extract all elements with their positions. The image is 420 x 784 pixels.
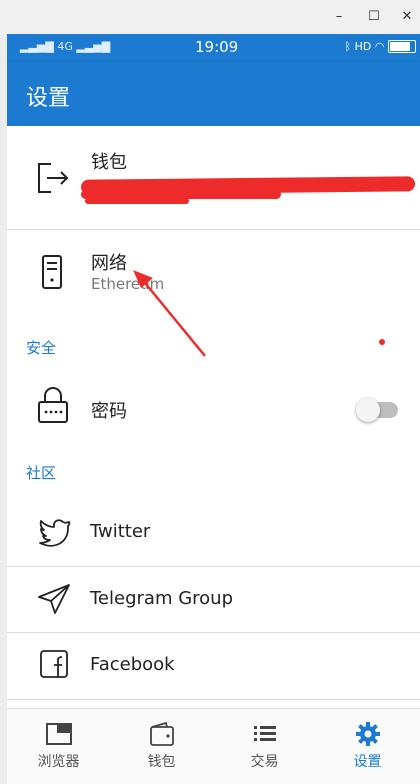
telegram-icon: [35, 579, 79, 623]
nav-wallet[interactable]: 钱包: [110, 709, 213, 784]
section-security-title: 安全: [26, 339, 57, 357]
wallet-icon: [148, 721, 176, 747]
logout-icon: [31, 156, 75, 200]
maximize-button[interactable]: ☐: [365, 8, 383, 26]
window-title-bar: – ☐ ✕: [0, 0, 420, 34]
page-title: 设置: [26, 86, 71, 111]
wallet-label: 钱包: [91, 152, 127, 173]
annotation-dot: [379, 339, 385, 345]
community-label: Telegram Group: [90, 588, 233, 609]
gear-icon: [354, 721, 382, 747]
list-icon: [251, 721, 279, 747]
network-label: 网络: [91, 253, 127, 274]
nav-label: 交易: [250, 754, 279, 770]
status-right: ᛒ HD ◠: [344, 39, 416, 54]
redaction-mark: [85, 198, 189, 204]
toggle-knob: [356, 398, 380, 422]
bottom-nav: 浏览器 钱包 交易 设置: [7, 708, 420, 784]
facebook-icon: [35, 645, 79, 689]
minimize-button[interactable]: –: [330, 8, 348, 26]
wallet-row[interactable]: 钱包: [7, 126, 420, 229]
annotation-arrow: [133, 270, 206, 357]
wifi-icon: ◠: [374, 40, 385, 53]
server-icon: [31, 250, 75, 294]
status-time: 19:09: [195, 38, 239, 56]
community-label: Twitter: [90, 521, 151, 542]
nav-label: 钱包: [147, 754, 176, 770]
network-type: 4G: [57, 40, 73, 53]
nav-label: 浏览器: [37, 754, 80, 770]
app-header: 设置: [7, 62, 420, 126]
nav-browser[interactable]: 浏览器: [7, 709, 110, 784]
close-button[interactable]: ✕: [398, 8, 416, 26]
divider: [7, 699, 420, 700]
browser-icon: [45, 721, 73, 747]
status-bar: ▂▃▅▇ 4G ▂▃▅▇ 19:09 ᛒ HD ◠: [7, 34, 420, 62]
password-label: 密码: [91, 401, 127, 422]
hd-indicator: HD: [354, 40, 372, 53]
section-community-title: 社区: [26, 464, 57, 482]
twitter-icon: [35, 512, 79, 556]
nav-settings[interactable]: 设置: [316, 709, 419, 784]
bluetooth-icon: ᛒ: [344, 40, 352, 53]
password-toggle[interactable]: [356, 398, 398, 422]
lock-icon: [31, 384, 75, 428]
battery-icon: [388, 39, 416, 53]
signal-bars-icon: ▂▃▅▇: [76, 40, 111, 53]
status-left: ▂▃▅▇ 4G ▂▃▅▇: [20, 40, 110, 53]
password-row[interactable]: 密码: [7, 364, 420, 448]
community-row-twitter[interactable]: Twitter: [7, 500, 420, 566]
nav-transactions[interactable]: 交易: [213, 709, 316, 784]
nav-label: 设置: [353, 754, 382, 770]
signal-icon: ▂▃▅▇: [20, 40, 54, 53]
community-row-telegram[interactable]: Telegram Group: [7, 567, 420, 632]
community-row-facebook[interactable]: Facebook: [7, 633, 420, 699]
phone-screen: ▂▃▅▇ 4G ▂▃▅▇ 19:09 ᛒ HD ◠ 设置 钱包 网络 Ether…: [7, 34, 420, 784]
community-label: Facebook: [90, 654, 175, 675]
